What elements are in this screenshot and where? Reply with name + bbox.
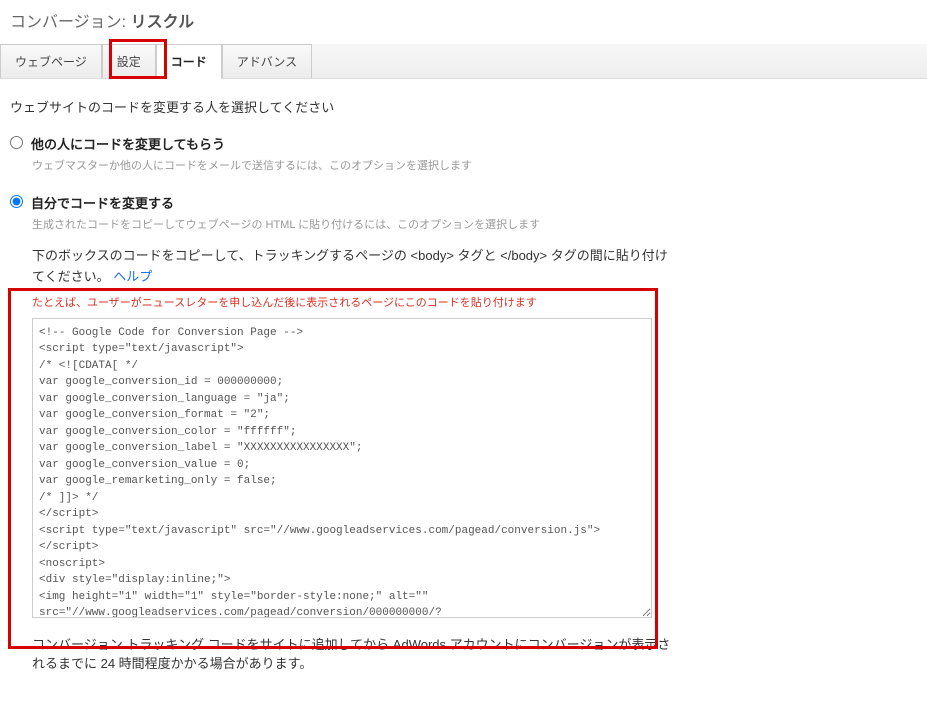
content-area: ウェブサイトのコードを変更する人を選択してください 他の人にコードを変更してもら… <box>0 79 927 704</box>
title-prefix: コンバージョン: <box>10 14 126 31</box>
footer-note: コンバージョン トラッキング コードをサイトに追加してから AdWords アカ… <box>32 635 672 674</box>
tab-advanced[interactable]: アドバンス <box>222 44 312 78</box>
code-instruction: 下のボックスのコードをコピーして、トラッキングするページの <body> タグと… <box>32 246 672 288</box>
title-name: リスクル <box>131 14 195 31</box>
option-other-label: 他の人にコードを変更してもらう <box>31 134 225 153</box>
tab-settings[interactable]: 設定 <box>102 44 156 78</box>
option-self-label: 自分でコードを変更する <box>31 193 174 212</box>
code-sub-content: 下のボックスのコードをコピーして、トラッキングするページの <body> タグと… <box>32 246 917 674</box>
option-self-radio[interactable] <box>10 195 23 208</box>
section-heading: ウェブサイトのコードを変更する人を選択してください <box>10 97 917 116</box>
option-other-desc: ウェブマスターか他の人にコードをメールで送信するには、このオプションを選択します <box>32 157 917 173</box>
option-other-row[interactable]: 他の人にコードを変更してもらう <box>10 134 917 153</box>
tracking-code-textarea[interactable]: <!-- Google Code for Conversion Page -->… <box>32 318 652 618</box>
tabs-bar: ウェブページ 設定 コード アドバンス <box>0 44 927 79</box>
tab-code[interactable]: コード <box>156 44 222 79</box>
example-hint: たとえば、ユーザーがニュースレターを申し込んだ後に表示されるページにこのコードを… <box>32 294 917 310</box>
option-other-block: 他の人にコードを変更してもらう ウェブマスターか他の人にコードをメールで送信する… <box>10 134 917 173</box>
help-link[interactable]: ヘルプ <box>113 269 152 284</box>
option-other-radio[interactable] <box>10 136 23 149</box>
option-self-desc: 生成されたコードをコピーしてウェブページの HTML に貼り付けるには、このオプ… <box>32 216 917 232</box>
option-self-block: 自分でコードを変更する 生成されたコードをコピーしてウェブページの HTML に… <box>10 193 917 674</box>
page-title: コンバージョン: リスクル <box>0 0 927 44</box>
tab-webpage[interactable]: ウェブページ <box>0 44 102 78</box>
option-self-row[interactable]: 自分でコードを変更する <box>10 193 917 212</box>
